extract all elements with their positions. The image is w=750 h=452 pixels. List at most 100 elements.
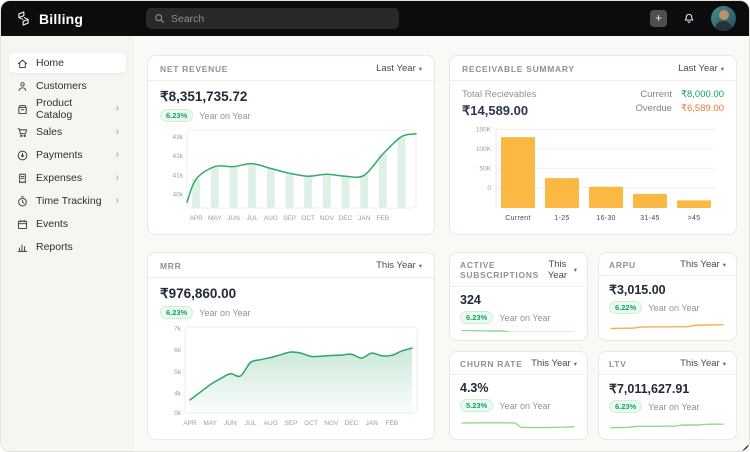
sidebar-item-home[interactable]: Home: [9, 53, 126, 73]
svg-text:NOV: NOV: [320, 215, 335, 222]
sidebar-item-events[interactable]: Events: [9, 214, 126, 234]
billing-logo-icon: [15, 10, 32, 27]
yoy-badge: 6.23%: [609, 400, 642, 413]
period-label: This Year: [531, 358, 571, 369]
chevron-right-icon: ›: [116, 127, 119, 137]
svg-text:DEC: DEC: [339, 215, 353, 222]
svg-text:AUG: AUG: [264, 215, 278, 222]
svg-text:42k: 42k: [173, 153, 184, 160]
chevron-right-icon: ›: [116, 104, 119, 114]
sidebar-item-customers[interactable]: Customers: [9, 76, 126, 96]
sidebar-item-label: Customers: [36, 80, 87, 92]
chevron-down-icon: ▾: [419, 262, 422, 270]
sidebar-item-sales[interactable]: Sales›: [9, 122, 126, 142]
quick-add-button[interactable]: +: [650, 10, 667, 27]
overdue-value: ₹6,589.00: [681, 103, 724, 114]
svg-text:FEB: FEB: [385, 420, 398, 427]
product-catalog-icon: [16, 103, 29, 116]
overdue-label: Overdue: [636, 103, 672, 114]
chevron-down-icon: ▾: [721, 65, 724, 73]
customers-icon: [16, 80, 29, 93]
card-title: ACTIVE SUBSCRIPTIONS: [460, 260, 544, 280]
sidebar-item-label: Payments: [36, 149, 83, 161]
svg-text:JAN: JAN: [358, 215, 371, 222]
card-title: RECEIVABLE SUMMARY: [462, 64, 575, 74]
sidebar-item-payments[interactable]: Payments ›: [9, 145, 126, 165]
svg-text:43k: 43k: [173, 134, 184, 141]
period-dropdown[interactable]: Last Year ▾: [678, 63, 724, 74]
active-subscriptions-sparkline: [460, 330, 577, 332]
period-dropdown[interactable]: This Year ▾: [544, 259, 577, 281]
card-net-revenue: NET REVENUE Last Year ▾ ₹8,351,735.72 6.…: [147, 55, 435, 235]
svg-text:DEC: DEC: [345, 420, 359, 427]
chevron-down-icon: ▾: [723, 360, 726, 368]
period-dropdown[interactable]: This Year ▾: [376, 260, 422, 271]
period-dropdown[interactable]: Last Year ▾: [376, 63, 422, 74]
metric-value: 324: [460, 293, 577, 307]
svg-text:16-30: 16-30: [596, 215, 615, 222]
user-avatar[interactable]: [711, 6, 736, 31]
dashboard: NET REVENUE Last Year ▾ ₹8,351,735.72 6.…: [134, 36, 749, 451]
svg-text:>45: >45: [688, 215, 701, 222]
period-label: This Year: [680, 358, 720, 369]
svg-text:7k: 7k: [174, 325, 182, 332]
period-label: This Year: [376, 260, 416, 271]
app-window: Billing + Home Customers Product Catalog› S…: [0, 0, 750, 452]
period-label: This Year: [544, 259, 571, 281]
svg-text:OCT: OCT: [301, 215, 315, 222]
svg-text:1-25: 1-25: [554, 215, 569, 222]
search-icon: [154, 13, 165, 24]
svg-text:OCT: OCT: [304, 420, 318, 427]
notifications-bell-icon[interactable]: [682, 12, 696, 26]
chevron-down-icon: ▾: [419, 65, 422, 73]
period-dropdown[interactable]: This Year ▾: [531, 358, 577, 369]
yoy-label: Year on Year: [499, 401, 550, 411]
svg-text:APR: APR: [189, 215, 203, 222]
card-mrr: MRR This Year ▾ ₹976,860.00 6.23% Year o…: [147, 252, 435, 440]
card-arpu: ARPU This Year ▾ ₹3,015.00 6.22% Year on…: [598, 252, 737, 341]
card-title: CHURN RATE: [460, 359, 523, 369]
yoy-label: Year on Year: [199, 111, 250, 121]
svg-text:150K: 150K: [476, 127, 492, 134]
chevron-down-icon: ▾: [574, 360, 577, 368]
card-ltv: LTV This Year ▾ ₹7,011,627.91 6.23% Year…: [598, 351, 737, 440]
period-dropdown[interactable]: This Year ▾: [680, 259, 726, 270]
topbar-actions: +: [650, 6, 736, 31]
svg-text:100K: 100K: [476, 146, 492, 153]
churn-rate-sparkline: [460, 418, 577, 431]
brand: Billing: [15, 10, 146, 27]
sidebar-item-reports[interactable]: Reports: [9, 237, 126, 257]
sidebar-item-time-tracking[interactable]: Time Tracking›: [9, 191, 126, 211]
sidebar-item-label: Time Tracking: [36, 195, 102, 207]
sidebar-item-label: Expenses: [36, 172, 82, 184]
svg-text:40k: 40k: [173, 192, 184, 199]
search-box[interactable]: [146, 8, 399, 29]
card-receivable-summary: RECEIVABLE SUMMARY Last Year ▾ Total Rec…: [449, 55, 737, 235]
svg-text:APR: APR: [183, 420, 197, 427]
chevron-right-icon: ›: [116, 150, 119, 160]
chevron-right-icon: ›: [116, 173, 119, 183]
svg-text:Current: Current: [505, 215, 530, 222]
sidebar-item-product-catalog[interactable]: Product Catalog›: [9, 99, 126, 119]
svg-text:SEP: SEP: [284, 420, 297, 427]
sidebar-item-label: Home: [36, 57, 64, 69]
yoy-label: Year on Year: [199, 308, 250, 318]
svg-text:0: 0: [487, 185, 491, 192]
period-label: Last Year: [678, 63, 718, 74]
svg-text:31-45: 31-45: [640, 215, 659, 222]
chevron-down-icon: ▾: [574, 266, 577, 274]
sales-icon: [16, 126, 29, 139]
metric-value: ₹976,860.00: [160, 286, 422, 302]
sidebar-item-label: Events: [36, 218, 68, 230]
period-dropdown[interactable]: This Year ▾: [680, 358, 726, 369]
total-receivables-label: Total Recievables: [462, 89, 536, 100]
svg-text:JAN: JAN: [365, 420, 378, 427]
period-label: Last Year: [376, 63, 416, 74]
svg-text:MAY: MAY: [208, 215, 222, 222]
svg-text:0k: 0k: [174, 410, 182, 417]
sidebar-item-expenses[interactable]: Expenses ›: [9, 168, 126, 188]
metric-value: ₹7,011,627.91: [609, 381, 726, 396]
search-input[interactable]: [171, 13, 391, 25]
yoy-label: Year on Year: [648, 303, 699, 313]
sidebar-item-label: Reports: [36, 241, 73, 253]
